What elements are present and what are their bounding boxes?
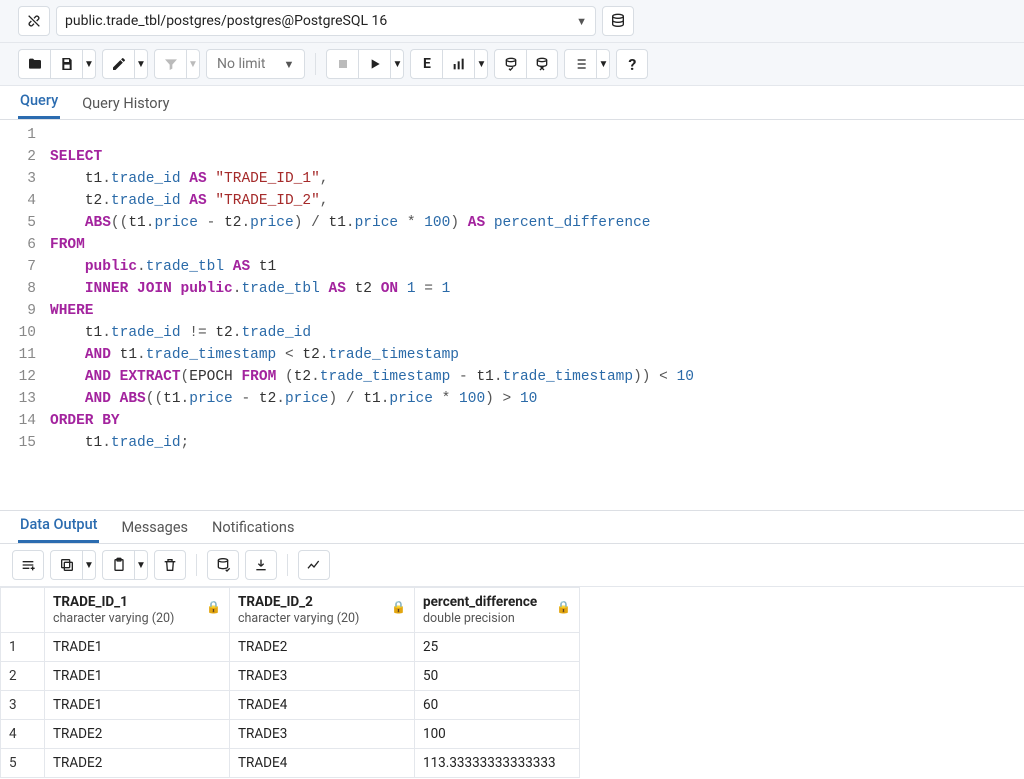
execute-button[interactable] [358,49,390,79]
save-button[interactable] [50,49,82,79]
edit-button[interactable] [102,49,134,79]
line-gutter: 123456789101112131415 [0,120,44,502]
column-header[interactable]: percent_differencedouble precision🔒 [415,588,580,633]
tab-messages[interactable]: Messages [119,512,190,543]
chevron-down-icon: ▼ [576,15,587,28]
graph-button[interactable] [298,550,330,580]
open-file-button[interactable] [18,49,50,79]
table-row[interactable]: 5TRADE2TRADE4113.33333333333333 [1,749,580,778]
connection-label: public.trade_tbl/postgres/postgres@Postg… [65,13,387,29]
lock-icon: 🔒 [391,600,406,614]
column-header[interactable]: TRADE_ID_1character varying (20)🔒 [45,588,230,633]
table-row[interactable]: 2TRADE1TRADE350 [1,662,580,691]
paste-dropdown[interactable]: ▼ [134,550,148,580]
help-button[interactable]: ? [616,49,648,79]
edit-dropdown[interactable]: ▼ [134,49,148,79]
output-toolbar: ▼ ▼ [0,544,1024,587]
lock-icon: 🔒 [556,600,571,614]
save-data-button[interactable] [207,550,239,580]
database-icon[interactable] [602,6,634,36]
limit-select[interactable]: No limit ▼ [206,49,305,79]
add-row-button[interactable] [12,550,44,580]
commit-button[interactable] [494,49,526,79]
row-number-header[interactable] [1,588,45,633]
paste-button[interactable] [102,550,134,580]
copy-dropdown[interactable]: ▼ [82,550,96,580]
explain-analyze-button[interactable] [442,49,474,79]
chevron-down-icon: ▼ [284,58,295,71]
save-dropdown[interactable]: ▼ [82,49,96,79]
limit-label: No limit [217,56,266,72]
connection-select[interactable]: public.trade_tbl/postgres/postgres@Postg… [56,6,596,36]
filter-button[interactable] [154,49,186,79]
toolbar-divider [196,554,197,576]
editor-tabs: Query Query History [0,86,1024,120]
tab-notifications[interactable]: Notifications [210,512,296,543]
copy-button[interactable] [50,550,82,580]
explain-dropdown[interactable]: ▼ [474,49,488,79]
lock-icon: 🔒 [206,600,221,614]
execute-dropdown[interactable]: ▼ [390,49,404,79]
tab-query-history[interactable]: Query History [80,88,171,119]
toolbar-divider [287,554,288,576]
tab-query[interactable]: Query [18,85,60,119]
download-button[interactable] [245,550,277,580]
main-toolbar: ▼ ▼ ▼ No limit ▼ ▼ E ▼ ▼ ? [0,43,1024,86]
macros-dropdown[interactable]: ▼ [596,49,610,79]
connection-bar: public.trade_tbl/postgres/postgres@Postg… [0,0,1024,43]
results-table[interactable]: TRADE_ID_1character varying (20)🔒 TRADE_… [0,587,580,778]
table-row[interactable]: 1TRADE1TRADE225 [1,633,580,662]
explain-button[interactable]: E [410,49,442,79]
output-tabs: Data Output Messages Notifications [0,510,1024,544]
filter-dropdown[interactable]: ▼ [186,49,200,79]
macros-button[interactable] [564,49,596,79]
rollback-button[interactable] [526,49,558,79]
toolbar-divider [315,53,316,75]
sql-code[interactable]: SELECT t1.trade_id AS "TRADE_ID_1", t2.t… [44,120,694,502]
table-row[interactable]: 4TRADE2TRADE3100 [1,720,580,749]
stop-button[interactable] [326,49,358,79]
table-row[interactable]: 3TRADE1TRADE460 [1,691,580,720]
tab-data-output[interactable]: Data Output [18,509,99,543]
disconnect-icon[interactable] [18,6,50,36]
column-header[interactable]: TRADE_ID_2character varying (20)🔒 [230,588,415,633]
sql-editor[interactable]: 123456789101112131415 SELECT t1.trade_id… [0,120,1024,502]
delete-button[interactable] [154,550,186,580]
